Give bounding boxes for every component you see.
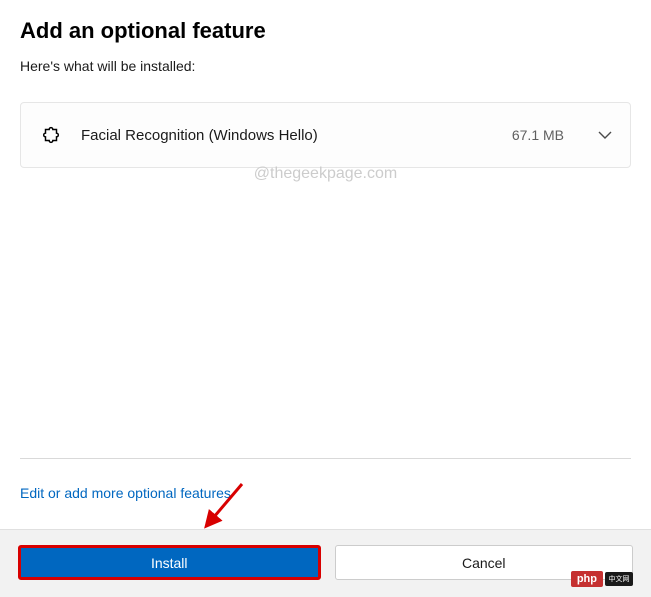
page-title: Add an optional feature	[20, 18, 631, 44]
install-subtitle: Here's what will be installed:	[20, 58, 631, 74]
feature-size: 67.1 MB	[512, 127, 564, 143]
divider	[20, 458, 631, 459]
chevron-down-icon	[598, 128, 612, 142]
feature-name: Facial Recognition (Windows Hello)	[81, 127, 494, 144]
edit-features-link[interactable]: Edit or add more optional features	[20, 485, 231, 501]
dialog-footer: Install Cancel php 中文网	[0, 529, 651, 597]
feature-list: Facial Recognition (Windows Hello) 67.1 …	[20, 102, 631, 168]
puzzle-icon	[39, 123, 63, 147]
cancel-button[interactable]: Cancel	[335, 545, 634, 580]
feature-item[interactable]: Facial Recognition (Windows Hello) 67.1 …	[21, 103, 630, 167]
install-button[interactable]: Install	[18, 545, 321, 580]
